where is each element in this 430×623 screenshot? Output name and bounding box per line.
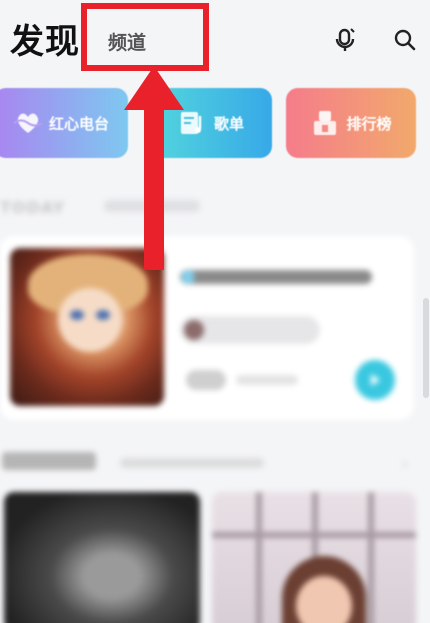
feature-cover-image[interactable] xyxy=(10,248,164,406)
search-icon[interactable] xyxy=(392,27,418,53)
playlist-music-icon xyxy=(180,112,202,134)
top-header: 发现 频道 xyxy=(0,0,430,80)
category-cards: 红心电台 歌单 排行榜 xyxy=(0,88,430,160)
category-label: 红心电台 xyxy=(48,114,109,133)
heart-radio-icon xyxy=(13,113,43,133)
cover-eye-shape xyxy=(96,310,110,320)
highlight-annotation-box xyxy=(81,3,209,71)
page-title: 发现 xyxy=(10,22,80,62)
play-icon xyxy=(371,374,380,386)
listener-avatars xyxy=(186,370,226,390)
feature-title xyxy=(180,270,372,284)
today-label: TODAY xyxy=(0,198,66,217)
category-card-playlist[interactable]: 歌单 xyxy=(150,88,272,158)
recommended-section-title xyxy=(2,452,96,470)
avatar xyxy=(184,320,204,340)
voice-mic-icon[interactable] xyxy=(332,27,358,53)
cover-face-shape xyxy=(58,288,122,352)
chevron-right-icon[interactable]: › xyxy=(402,454,408,473)
recommended-section-subtitle xyxy=(120,458,264,468)
category-card-ranking[interactable]: 排行榜 xyxy=(286,88,416,158)
category-card-heart-radio[interactable]: 红心电台 xyxy=(0,88,128,158)
ranking-trophy-icon xyxy=(314,111,337,135)
feature-tag-icon xyxy=(182,271,194,283)
today-subtitle xyxy=(104,200,200,212)
discover-screen: 发现 频道 红心电台 歌单 排行榜 TODAY › xyxy=(0,0,430,623)
scrollbar[interactable] xyxy=(423,298,429,398)
recommended-card[interactable] xyxy=(4,492,200,623)
feature-meta-text xyxy=(236,375,298,385)
category-label: 歌单 xyxy=(213,114,244,133)
recommended-card[interactable] xyxy=(212,492,416,623)
play-button[interactable] xyxy=(355,360,395,400)
category-label: 排行榜 xyxy=(346,114,392,133)
cover-eye-shape xyxy=(70,310,84,320)
